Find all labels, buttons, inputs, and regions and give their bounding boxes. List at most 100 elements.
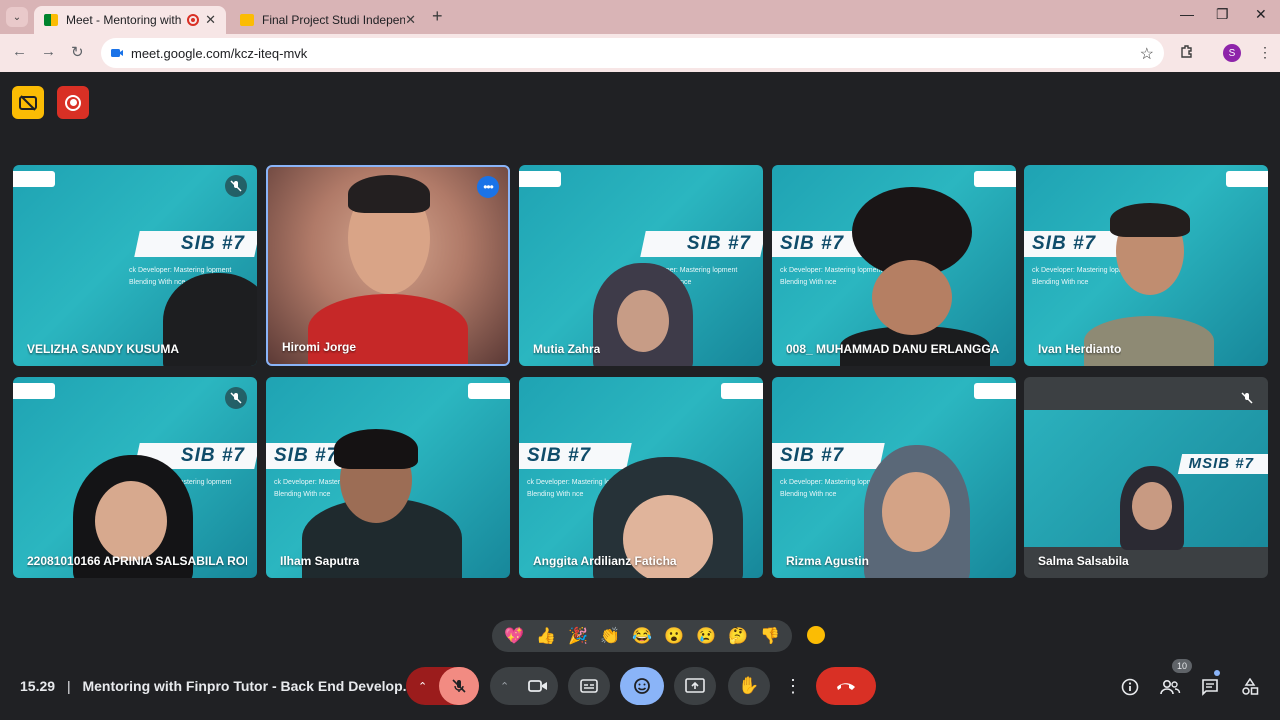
participant-tile-salma[interactable]: MSIB #7 Salma Salsabila xyxy=(1024,377,1268,578)
url-text: meet.google.com/kcz-iteq-mvk xyxy=(131,46,308,61)
camera-site-icon xyxy=(111,49,123,57)
recording-icon[interactable] xyxy=(57,86,89,119)
person-hair xyxy=(1110,203,1190,237)
banner-text: SIB #7 xyxy=(180,233,245,254)
skin-tone-icon[interactable] xyxy=(807,626,825,644)
person-hair xyxy=(348,175,430,213)
reaction-laugh[interactable]: 😂 xyxy=(632,626,652,646)
closed-captions-icon xyxy=(580,679,598,693)
banner-text: SIB #7 xyxy=(274,445,339,466)
banner-text: SIB #7 xyxy=(527,445,592,466)
tab-meet[interactable]: Meet - Mentoring with Finpro ✕ xyxy=(34,6,226,34)
banner-text: MSIB #7 xyxy=(1188,455,1254,472)
participant-tile-aprinia[interactable]: SIB #7 ck Developer: Mastering lopment B… xyxy=(13,377,257,578)
reaction-thinking[interactable]: 🤔 xyxy=(728,626,748,646)
tab-search-chevron-icon[interactable]: ⌄ xyxy=(6,7,28,27)
meeting-info-icon[interactable] xyxy=(1119,676,1141,698)
participant-name: Ilham Saputra xyxy=(280,554,360,568)
extensions-icon[interactable] xyxy=(1180,44,1194,58)
raise-hand-button[interactable]: ✋ xyxy=(728,667,770,705)
person-face xyxy=(1132,482,1172,530)
present-screen-button[interactable] xyxy=(674,667,716,705)
kampus-merdeka-logo xyxy=(13,171,55,187)
meet-favicon-icon xyxy=(44,14,58,26)
mic-toggle-button[interactable]: ⌃ xyxy=(406,667,479,705)
new-tab-icon[interactable]: + xyxy=(432,6,443,27)
window-close-icon[interactable]: ✕ xyxy=(1255,6,1267,23)
participant-tile-anggita[interactable]: SIB #7 ck Developer: Mastering lopment B… xyxy=(519,377,763,578)
kampus-merdeka-logo xyxy=(721,383,763,399)
activities-icon[interactable] xyxy=(1239,676,1261,698)
reaction-clap[interactable]: 👏 xyxy=(600,626,620,646)
reaction-thumbs-down[interactable]: 👎 xyxy=(760,626,780,646)
mic-off-icon[interactable] xyxy=(439,667,479,705)
more-options-icon[interactable]: ••• xyxy=(477,176,499,198)
participant-name: Rizma Agustin xyxy=(786,554,869,568)
reload-icon[interactable]: ↻ xyxy=(71,43,84,61)
participant-tile-mutia[interactable]: SIB #7 ck Developer: Mastering lopment B… xyxy=(519,165,763,366)
participant-tile-ilham[interactable]: SIB #7 ck Developer: Mastering lopment B… xyxy=(266,377,510,578)
reaction-thumbs-up[interactable]: 👍 xyxy=(536,626,556,646)
tab-title: Final Project Studi Independen xyxy=(262,13,406,27)
chevron-up-icon[interactable]: ⌃ xyxy=(500,680,509,693)
forward-icon[interactable]: → xyxy=(41,43,56,60)
tab-final-project[interactable]: Final Project Studi Independen ✕ xyxy=(230,6,426,34)
bookmark-star-icon[interactable]: ☆ xyxy=(1140,44,1154,64)
kampus-merdeka-logo xyxy=(519,171,561,187)
shared-screen: MSIB #7 xyxy=(1024,410,1268,550)
camera-toggle-button[interactable]: ⌃ xyxy=(490,667,558,705)
closed-captions-button[interactable] xyxy=(568,667,610,705)
banner-text: SIB #7 xyxy=(686,233,751,254)
meeting-time: 15.29 xyxy=(20,678,56,694)
participant-tile-rizma[interactable]: SIB #7 ck Developer: Mastering lopment B… xyxy=(772,377,1016,578)
chat-icon[interactable] xyxy=(1199,676,1221,698)
participant-name: Mutia Zahra xyxy=(533,342,601,356)
banner-text: SIB #7 xyxy=(780,233,845,254)
tab-close-icon[interactable]: ✕ xyxy=(405,12,416,28)
participant-name: 008_ MUHAMMAD DANU ERLANGGA xyxy=(786,342,1000,356)
more-options-button[interactable]: ⋮ xyxy=(780,667,806,705)
participant-count-badge: 10 xyxy=(1172,659,1192,673)
mic-off-icon xyxy=(1236,387,1258,409)
captions-off-icon[interactable] xyxy=(12,86,44,119)
kampus-merdeka-logo xyxy=(468,383,510,399)
participant-name: Anggita Ardilianz Faticha xyxy=(533,554,677,568)
leave-call-icon xyxy=(837,683,855,690)
person-face xyxy=(872,260,952,335)
tab-title: Meet - Mentoring with Finpro xyxy=(66,13,182,27)
participant-tile-danu[interactable]: SIB #7 ck Developer: Mastering lopment B… xyxy=(772,165,1016,366)
maximize-icon[interactable]: ❐ xyxy=(1216,6,1229,23)
person-face xyxy=(95,481,167,561)
present-screen-icon xyxy=(685,678,705,693)
reaction-sparkling-heart[interactable]: 💖 xyxy=(504,626,524,646)
participant-tile-hiromi[interactable]: ••• Hiromi Jorge xyxy=(266,165,510,366)
tab-recording-icon xyxy=(187,14,200,26)
reaction-sad[interactable]: 😢 xyxy=(696,626,716,646)
mic-off-icon xyxy=(225,387,247,409)
camera-icon xyxy=(528,680,547,692)
reaction-party[interactable]: 🎉 xyxy=(568,626,588,646)
chat-notification-dot xyxy=(1214,670,1220,676)
more-options-icon: ⋮ xyxy=(784,675,802,696)
reaction-surprised[interactable]: 😮 xyxy=(664,626,684,646)
back-icon[interactable]: ← xyxy=(12,43,27,60)
leave-call-button[interactable] xyxy=(816,667,876,705)
person-face xyxy=(617,290,669,352)
minimize-icon[interactable]: — xyxy=(1180,6,1194,22)
participant-name: Hiromi Jorge xyxy=(282,340,357,354)
participant-tile-ivan[interactable]: SIB #7 ck Developer: Mastering lopment B… xyxy=(1024,165,1268,366)
profile-avatar[interactable]: S xyxy=(1223,44,1241,62)
address-bar[interactable]: meet.google.com/kcz-iteq-mvk ☆ xyxy=(101,38,1164,68)
emoji-reactions-button[interactable] xyxy=(620,667,664,705)
banner-text: SIB #7 xyxy=(180,445,245,466)
mic-off-icon xyxy=(225,175,247,197)
kampus-merdeka-logo xyxy=(1226,171,1268,187)
browser-toolbar: ← → ↻ meet.google.com/kcz-iteq-mvk ☆ S ⋮ xyxy=(0,34,1280,72)
participant-tile-velizha[interactable]: SIB #7 ck Developer: Mastering lopment B… xyxy=(13,165,257,366)
browser-menu-icon[interactable]: ⋮ xyxy=(1258,44,1272,61)
chevron-up-icon[interactable]: ⌃ xyxy=(418,680,427,693)
people-icon[interactable] xyxy=(1159,676,1181,698)
tab-close-icon[interactable]: ✕ xyxy=(205,12,216,28)
person-face xyxy=(882,472,950,552)
person-hair xyxy=(334,429,418,469)
